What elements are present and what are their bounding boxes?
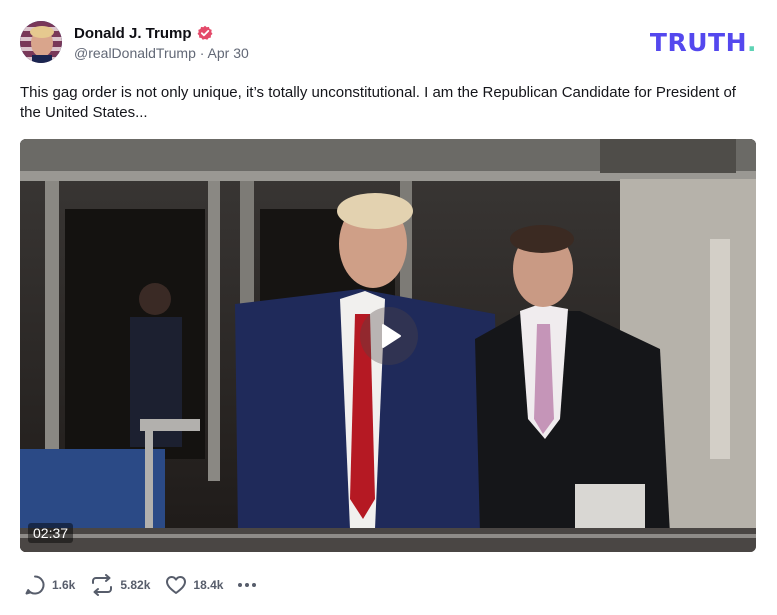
avatar[interactable] (20, 21, 62, 63)
play-icon (382, 324, 401, 348)
author-name[interactable]: Donald J. Trump (74, 25, 192, 42)
comment-icon (25, 575, 45, 595)
more-dot (245, 583, 250, 587)
verified-badge-icon (197, 25, 213, 41)
logo-dot: . (747, 28, 757, 57)
retruth-count: 5.82k (120, 578, 151, 592)
post-text: This gag order is not only unique, it’s … (20, 84, 736, 121)
truth-social-logo[interactable]: TRUTH. (650, 28, 757, 57)
meta-separator: · (199, 45, 205, 61)
post-actions: 1.6k 5.82k 18.4k (24, 573, 257, 597)
post-meta: @realDonaldTrump · Apr 30 (74, 45, 249, 61)
like-button[interactable]: 18.4k (165, 574, 223, 596)
more-dot (252, 583, 257, 587)
heart-icon (166, 576, 187, 594)
post-header: Donald J. Trump @realDonaldTrump · Apr 3… (20, 21, 757, 65)
avatar-image (20, 21, 62, 63)
like-count: 18.4k (193, 578, 224, 592)
video-player[interactable]: 02:37 (20, 139, 756, 552)
play-button[interactable] (360, 307, 418, 365)
reply-button[interactable]: 1.6k (24, 574, 75, 596)
more-dot (238, 583, 243, 587)
post-date[interactable]: Apr 30 (208, 45, 249, 61)
logo-text: TRUTH (649, 28, 747, 57)
retruth-button[interactable]: 5.82k (90, 574, 150, 596)
repost-icon (92, 574, 113, 596)
video-duration: 02:37 (28, 523, 74, 543)
author-block: Donald J. Trump @realDonaldTrump · Apr 3… (74, 23, 249, 62)
author-handle[interactable]: @realDonaldTrump (74, 45, 196, 61)
more-options-icon[interactable] (238, 583, 257, 587)
reply-count: 1.6k (52, 578, 76, 592)
